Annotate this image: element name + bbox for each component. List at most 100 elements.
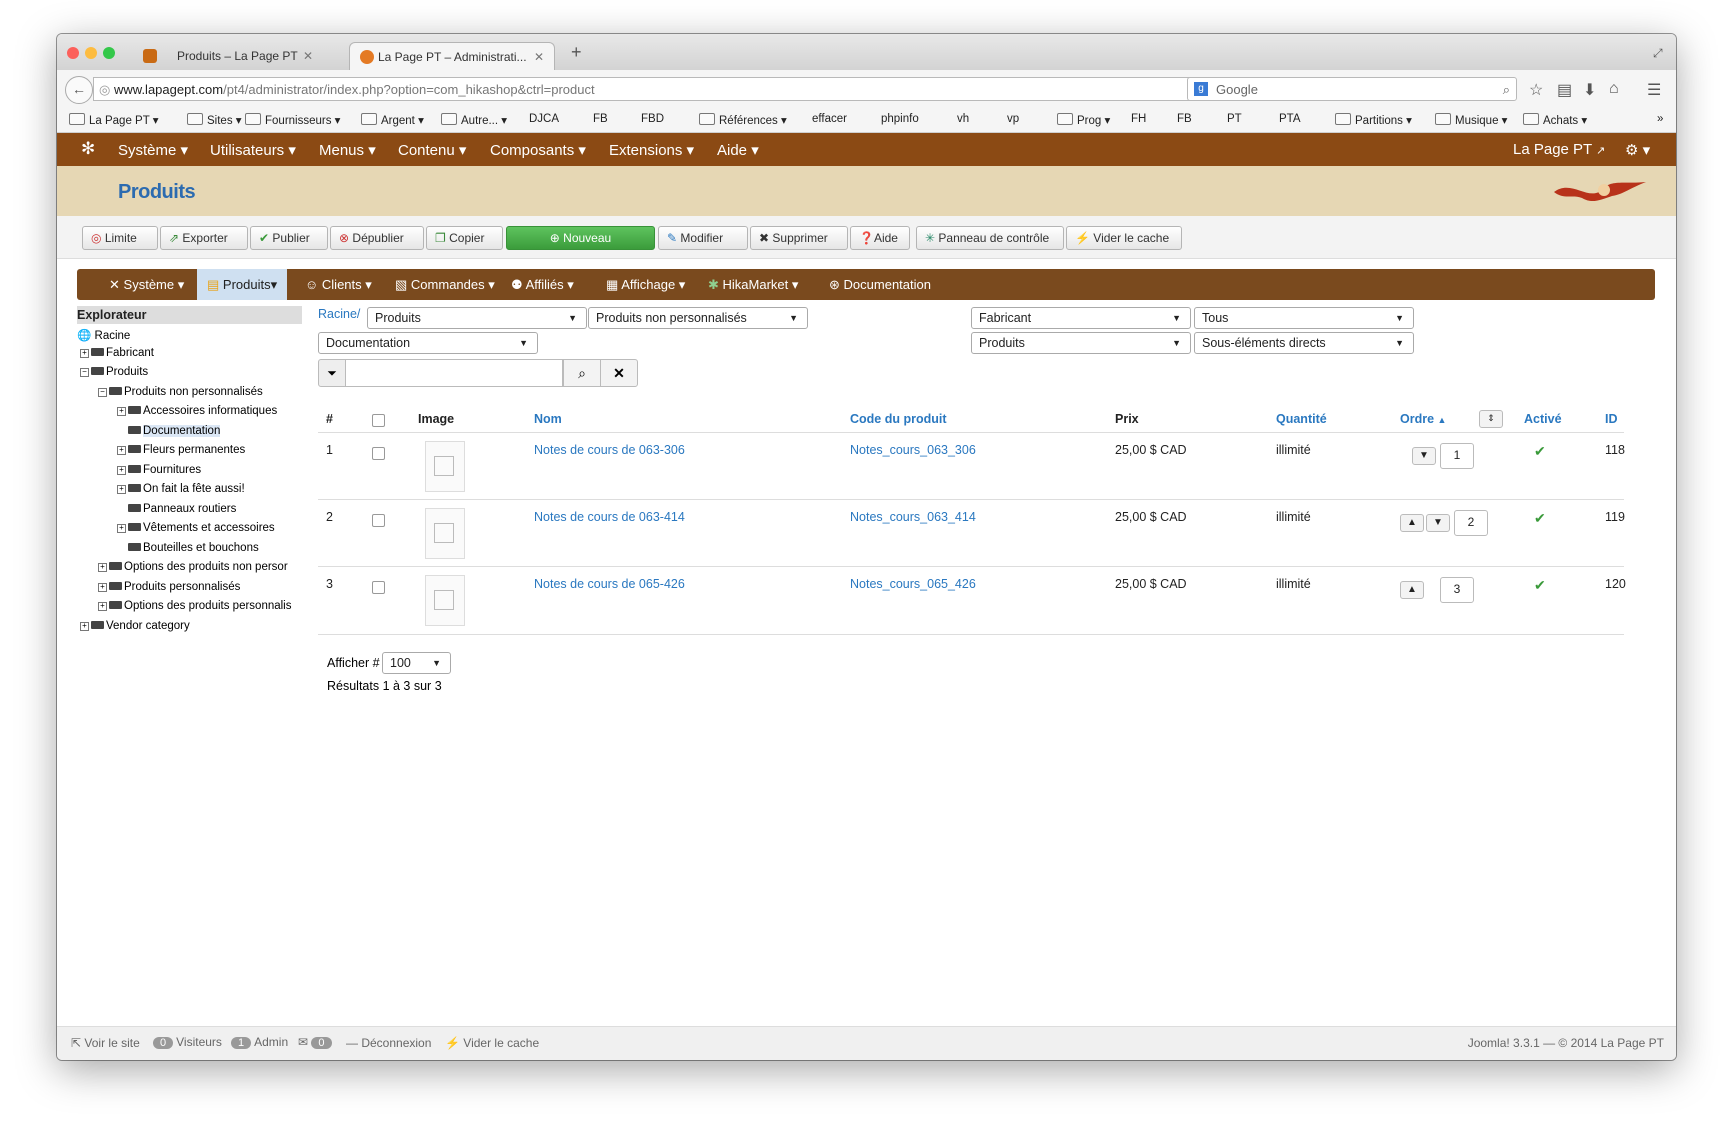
bookmark-item[interactable]: Musique ▾ <box>1435 113 1507 127</box>
expand-icon[interactable]: + <box>117 446 126 455</box>
collapse-icon[interactable]: − <box>98 388 107 397</box>
bookmark-item[interactable]: FB <box>593 113 608 125</box>
expand-icon[interactable]: + <box>80 349 89 358</box>
bookmark-item[interactable]: effacer <box>812 113 847 125</box>
breadcrumb-root[interactable]: Racine/ <box>318 307 360 321</box>
menu-system[interactable]: Système ▾ <box>118 141 188 159</box>
collapse-icon[interactable]: − <box>80 368 89 377</box>
bookmark-item[interactable]: PT <box>1227 113 1242 125</box>
visitors-status[interactable]: 0 Visiteurs <box>153 1035 222 1049</box>
tree-node[interactable]: − Produits <box>80 366 148 378</box>
clear-cache-button[interactable]: ⚡ Vider le cache <box>1066 226 1182 250</box>
settings-gear-icon[interactable]: ⚙ ▾ <box>1625 141 1650 159</box>
minimize-window-button[interactable] <box>85 47 97 59</box>
display-limit-select[interactable]: 100 ▼ <box>382 652 451 674</box>
fullscreen-icon[interactable]: ⤢ <box>1653 46 1663 61</box>
expand-icon[interactable]: + <box>117 485 126 494</box>
bookmark-item[interactable]: FBD <box>641 113 664 125</box>
manufacturer-filter[interactable]: Fabricant ▼ <box>971 307 1191 329</box>
close-tab-icon[interactable]: ✕ <box>303 42 313 70</box>
col-order[interactable]: Ordre ▲ <box>1400 412 1446 426</box>
messages-status[interactable]: ✉ 0 <box>298 1035 335 1049</box>
admin-status[interactable]: 1 Admin <box>231 1035 288 1049</box>
tree-node[interactable]: + Vendor category <box>80 620 190 632</box>
expand-icon[interactable]: + <box>98 602 107 611</box>
bookmark-item[interactable]: phpinfo <box>881 113 919 125</box>
browser-tab-1[interactable]: Produits – La Page PT ✕ <box>133 42 323 70</box>
hika-menu-documentation[interactable]: ⊛ Documentation <box>829 277 931 293</box>
menu-components[interactable]: Composants ▾ <box>490 141 586 159</box>
menu-content[interactable]: Contenu ▾ <box>398 141 466 159</box>
move-down-button[interactable]: ▼ <box>1412 447 1436 465</box>
footer-clear-cache-link[interactable]: ⚡ Vider le cache <box>445 1036 539 1050</box>
hika-menu-clients[interactable]: ☺ Clients ▾ <box>305 277 372 293</box>
site-link[interactable]: La Page PT ↗ <box>1513 141 1605 158</box>
hika-menu-system[interactable]: ✕ Système ▾ <box>109 277 184 293</box>
col-id[interactable]: ID <box>1605 412 1618 426</box>
product-type-filter[interactable]: Produits ▼ <box>971 332 1191 354</box>
url-bar[interactable]: ◎ www.lapagept.com/pt4/administrator/ind… <box>93 77 1241 101</box>
delete-button[interactable]: ✖ Supprimer <box>750 226 848 250</box>
menu-extensions[interactable]: Extensions ▾ <box>609 141 694 159</box>
menu-users[interactable]: Utilisateurs ▾ <box>210 141 296 159</box>
tree-node[interactable]: + Vêtements et accessoires <box>117 522 275 534</box>
unpublish-button[interactable]: ⊗ Dépublier <box>330 226 424 250</box>
menu-menus[interactable]: Menus ▾ <box>319 141 376 159</box>
tree-node[interactable]: + Options des produits non persor <box>98 561 288 573</box>
col-code[interactable]: Code du produit <box>850 412 947 426</box>
manufacturer-value-filter[interactable]: Tous ▼ <box>1194 307 1414 329</box>
tree-node[interactable]: + On fait la fête aussi! <box>117 483 245 495</box>
bookmark-item[interactable]: PTA <box>1279 113 1301 125</box>
col-name[interactable]: Nom <box>534 412 562 426</box>
bookmark-item[interactable]: FB <box>1177 113 1192 125</box>
save-order-button[interactable]: ⇕ <box>1479 410 1503 428</box>
bookmark-item[interactable]: Fournisseurs ▾ <box>245 113 340 127</box>
more-bookmarks-icon[interactable]: » <box>1657 113 1663 125</box>
limit-button[interactable]: ◎ Limite <box>82 226 158 250</box>
export-button[interactable]: ⇗ Exporter <box>160 226 248 250</box>
category-select-1[interactable]: Produits ▼ <box>367 307 587 329</box>
zoom-window-button[interactable] <box>103 47 115 59</box>
tree-root[interactable]: 🌐 Racine <box>77 328 130 342</box>
order-input[interactable]: 3 <box>1440 577 1474 603</box>
bookmark-item[interactable]: vh <box>957 113 969 125</box>
move-up-button[interactable]: ▲ <box>1400 514 1424 532</box>
hika-menu-affiliates[interactable]: ⚉ Affiliés ▾ <box>511 277 574 293</box>
new-tab-icon[interactable]: + <box>571 42 582 63</box>
expand-icon[interactable]: + <box>80 622 89 631</box>
order-input[interactable]: 2 <box>1454 510 1488 536</box>
back-button[interactable]: ← <box>65 76 93 104</box>
bookmark-item[interactable]: DJCA <box>529 113 559 125</box>
clear-search-button[interactable]: ✕ <box>600 359 638 387</box>
product-name-link[interactable]: Notes de cours de 063-306 <box>534 443 685 457</box>
category-select-2[interactable]: Produits non personnalisés ▼ <box>588 307 808 329</box>
close-window-button[interactable] <box>67 47 79 59</box>
depth-filter[interactable]: Sous-éléments directs ▼ <box>1194 332 1414 354</box>
product-name-link[interactable]: Notes de cours de 065-426 <box>534 577 685 591</box>
row-checkbox[interactable] <box>372 514 385 527</box>
product-code-link[interactable]: Notes_cours_063_414 <box>850 510 976 524</box>
close-tab-icon[interactable]: ✕ <box>534 43 544 71</box>
hika-menu-display[interactable]: ▦ Affichage ▾ <box>606 277 685 293</box>
edit-button[interactable]: ✎ Modifier <box>658 226 748 250</box>
col-quantity[interactable]: Quantité <box>1276 412 1327 426</box>
tree-node[interactable]: + Fleurs permanentes <box>117 444 245 456</box>
tree-node[interactable]: Bouteilles et bouchons <box>128 542 259 554</box>
search-bar[interactable]: g Google ⌕ <box>1187 77 1517 101</box>
hika-menu-hikamarket[interactable]: ✱ HikaMarket ▾ <box>708 277 798 293</box>
active-check-icon[interactable]: ✔ <box>1534 577 1546 594</box>
row-checkbox[interactable] <box>372 581 385 594</box>
hika-menu-products[interactable]: ▤ Produits▾ <box>197 269 288 300</box>
download-icon[interactable]: ⬇ <box>1583 80 1596 100</box>
product-thumbnail[interactable] <box>425 575 465 626</box>
bookmark-item[interactable]: Argent ▾ <box>361 113 424 127</box>
expand-icon[interactable]: + <box>117 466 126 475</box>
copy-button[interactable]: ❐ Copier <box>426 226 503 250</box>
active-check-icon[interactable]: ✔ <box>1534 510 1546 527</box>
reading-list-icon[interactable]: ▤ <box>1557 80 1572 100</box>
search-icon[interactable]: ⌕ <box>1503 78 1510 102</box>
expand-icon[interactable]: + <box>98 563 107 572</box>
move-up-button[interactable]: ▲ <box>1400 581 1424 599</box>
menu-icon[interactable]: ☰ <box>1647 80 1661 100</box>
tree-node[interactable]: + Fournitures <box>117 464 201 476</box>
